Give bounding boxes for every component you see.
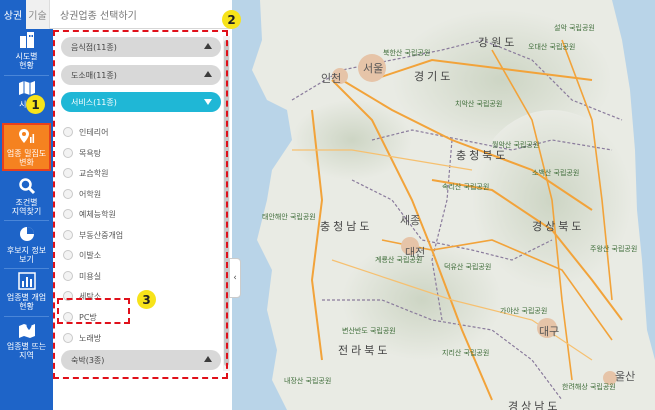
nav-label: 변화	[19, 158, 34, 167]
map-view[interactable]: 인천 서울 세종 대전 대구 울산 강원도 경기도 충청북도 충청남도 경상북도…	[232, 0, 655, 410]
map-region-label: 전라북도	[338, 344, 391, 357]
top-tab-bar: 상권 기술 상권업종 선택하기	[0, 0, 232, 29]
nav-item-candidate-info[interactable]: 후보지 정보 보기	[0, 225, 53, 267]
nav-item-sido-status[interactable]: 시도별 현황	[0, 31, 53, 73]
building-icon	[19, 32, 34, 48]
divider	[4, 316, 49, 317]
nav-item-rising-areas[interactable]: 업종별 뜨는 지역	[0, 321, 53, 363]
map-park-label: 덕유산 국립공원	[444, 263, 492, 271]
map-city-label: 서울	[363, 62, 384, 75]
nav-label: 현황	[19, 61, 34, 70]
left-nav: 시도별 현황 시군 업종 밀집도 변화 조건별 지역찾기 후보지 정보 보기 업…	[0, 29, 53, 410]
divider	[4, 268, 49, 269]
map-park-label: 내장산 국립공원	[284, 377, 332, 385]
nav-label: 업종별 개업	[6, 293, 47, 302]
annotation-box-pc-bang	[57, 298, 130, 324]
map-park-label: 설악 국립공원	[554, 24, 595, 32]
map-park-label: 한려해상 국립공원	[562, 383, 616, 391]
map-city-label: 울산	[615, 370, 636, 383]
map-city-label: 세종	[400, 214, 421, 227]
nav-label: 지역	[19, 351, 34, 360]
bar-chart-icon	[17, 272, 36, 290]
map-park-label: 주왕산 국립공원	[590, 245, 638, 253]
map-region-label: 경상남도	[508, 400, 561, 410]
map-park-label: 오대산 국립공원	[528, 43, 576, 51]
map-park-label: 치악산 국립공원	[455, 100, 503, 108]
map-park-label: 태안해안 국립공원	[262, 213, 316, 221]
map-park-label: 속리산 국립공원	[442, 183, 490, 191]
nav-label: 업종 밀집도	[6, 149, 47, 158]
map-region-label: 강원도	[478, 36, 518, 49]
map-park-label: 계룡산 국립공원	[375, 256, 423, 264]
nav-item-condition-search[interactable]: 조건별 지역찾기	[0, 177, 53, 219]
search-icon	[18, 178, 35, 195]
annotation-box-panel	[53, 30, 228, 379]
annotation-badge: 2	[222, 10, 241, 29]
map-region-label: 경상북도	[532, 220, 585, 233]
nav-item-density-change[interactable]: 업종 밀집도 변화	[2, 123, 51, 171]
nav-label: 보기	[19, 255, 34, 264]
tab-gisul[interactable]: 기술	[26, 0, 50, 29]
annotation-badge: 3	[137, 290, 156, 309]
map-park-label: 지리산 국립공원	[442, 349, 490, 357]
collapse-panel-button[interactable]: ‹	[229, 258, 241, 298]
map-park-label: 변산반도 국립공원	[342, 327, 396, 335]
map-city-label: 대구	[539, 325, 560, 338]
nav-label: 현황	[19, 302, 34, 311]
tab-sanggwon[interactable]: 상권	[0, 0, 26, 29]
location-chart-icon	[18, 129, 34, 143]
map-region-label: 경기도	[414, 70, 454, 83]
nav-label: 시도별	[15, 52, 38, 61]
nav-label: 지역찾기	[11, 207, 42, 216]
nav-label: 업종별 뜨는	[6, 342, 47, 351]
nav-label: 후보지 정보	[6, 246, 47, 255]
nav-item-opening-status[interactable]: 업종별 개업 현황	[0, 272, 53, 314]
map-park-label: 소백산 국립공원	[532, 169, 580, 177]
map-pin-icon	[18, 323, 35, 338]
map-region-label: 충청남도	[320, 220, 373, 233]
pie-chart-icon	[19, 227, 34, 241]
map-park-label: 북한산 국립공원	[383, 49, 431, 57]
map-park-label: 월악산 국립공원	[492, 141, 540, 149]
annotation-badge: 1	[26, 95, 45, 114]
nav-label: 조건별	[15, 198, 38, 207]
divider	[4, 75, 49, 76]
map-park-label: 가야산 국립공원	[500, 307, 548, 315]
map-city-label: 인천	[321, 72, 342, 85]
panel-title: 상권업종 선택하기	[60, 10, 137, 22]
divider	[4, 220, 49, 221]
